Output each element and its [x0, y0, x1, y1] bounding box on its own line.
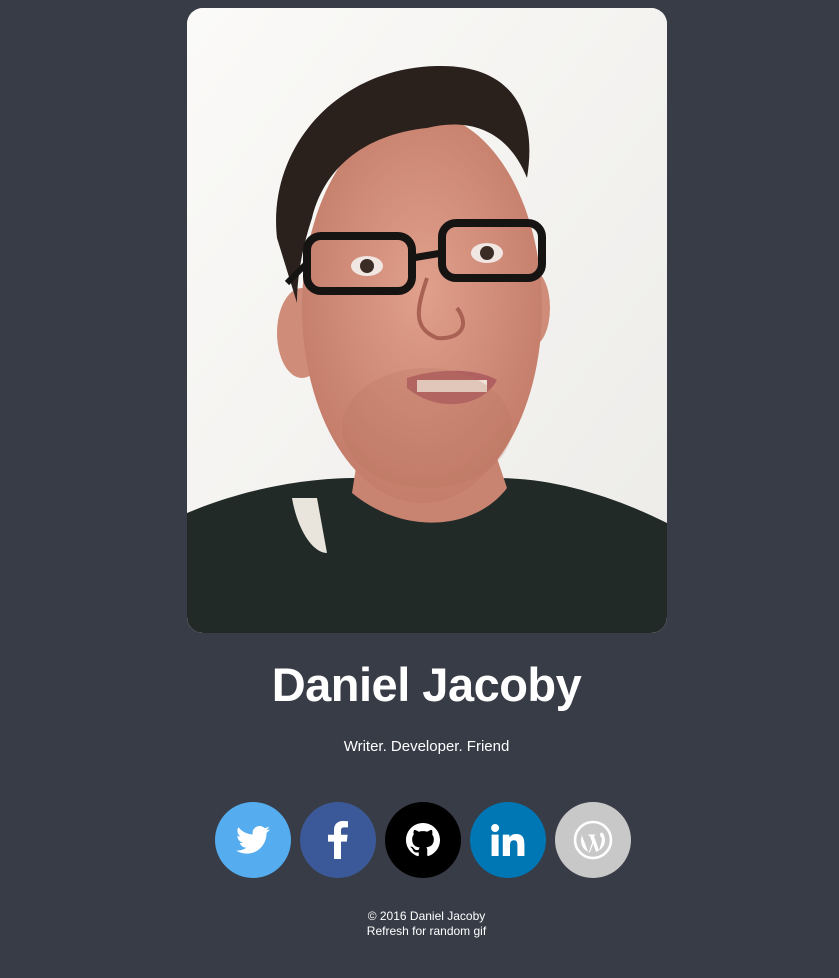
profile-photo: [187, 8, 667, 633]
refresh-note: Refresh for random gif: [366, 924, 487, 938]
profile-photo-image: [187, 8, 667, 633]
linkedin-button[interactable]: [470, 802, 546, 878]
profile-name: Daniel Jacoby: [271, 658, 582, 711]
copyright-text: © 2016 Daniel Jacoby: [367, 909, 486, 923]
page: Daniel Jacoby Writer. Developer. Friend: [0, 0, 839, 978]
twitter-icon: [236, 825, 270, 854]
profile-tagline: Writer. Developer. Friend: [343, 738, 510, 755]
linkedin-icon: [491, 824, 525, 856]
github-button[interactable]: [385, 802, 461, 878]
wordpress-icon: [573, 820, 613, 860]
wordpress-button[interactable]: [555, 802, 631, 878]
footer: © 2016 Daniel Jacoby Refresh for random …: [0, 909, 839, 939]
facebook-button[interactable]: [300, 802, 376, 878]
facebook-icon: [328, 821, 348, 859]
social-links: [215, 802, 631, 878]
twitter-button[interactable]: [215, 802, 291, 878]
github-icon: [406, 823, 440, 857]
